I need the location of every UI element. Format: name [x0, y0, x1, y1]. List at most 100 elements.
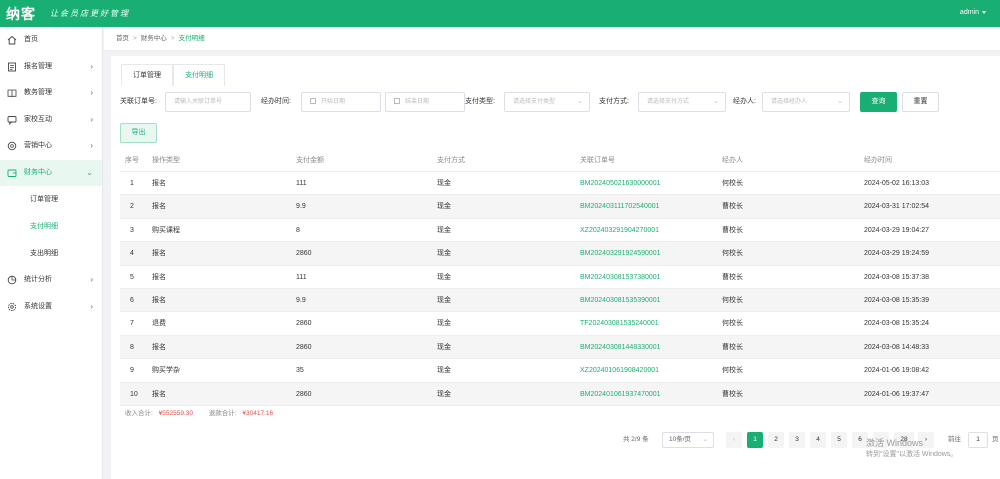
tab-payment-details[interactable]: 支付明细 — [173, 64, 225, 86]
table-header: 序号 操作类型 支付金额 支付方式 关联订单号 经办人 经办时间 — [120, 150, 1000, 172]
table-row: 2 报名 9.9 现金 BM202403111702540001 曹校长 2024-03-3… — [120, 195, 1000, 219]
top-bar: 纳客 让会员店更好管理 admin — [0, 0, 1000, 27]
handler-select[interactable]: 请选择经办人 ⌄ — [762, 92, 850, 112]
pagination-total: 共 2/9 条 — [623, 436, 649, 443]
app-logo[interactable]: 纳客 — [6, 4, 36, 24]
chevron-right-icon: › — [90, 301, 93, 311]
cell-op-type: 报名 — [152, 180, 166, 187]
order-no-input[interactable]: 请输入关联订单号 — [165, 92, 251, 112]
sidebar-item-label: 系统设置 — [24, 302, 52, 310]
page-button-3[interactable]: 3 — [789, 432, 805, 448]
cell-handler: 何校长 — [722, 296, 743, 304]
page-button-4[interactable]: 4 — [810, 432, 826, 448]
breadcrumb-current: 支付明细 — [178, 35, 205, 42]
cell-amount: 2860 — [296, 390, 312, 398]
cell-order-no[interactable]: BM202401061937470001 — [580, 383, 661, 406]
goto-page-input[interactable]: 1 — [968, 432, 988, 448]
cell-order-no[interactable]: BM202403291924590001 — [580, 242, 661, 265]
export-button[interactable]: 导出 — [120, 123, 157, 143]
user-menu[interactable]: admin — [960, 9, 986, 16]
chat-icon — [7, 115, 17, 125]
cell-index: 5 — [130, 273, 134, 281]
end-date-placeholder: 结束日期 — [405, 99, 430, 105]
table-row: 10 报名 2860 现金 BM202401061937470001 曹校长 2024-01… — [120, 382, 1000, 406]
page-size-select[interactable]: 10条/页 ⌄ — [662, 432, 714, 448]
cell-amount: 2860 — [296, 343, 312, 351]
sidebar-item-enrollment[interactable]: 报名管理 › — [0, 54, 102, 81]
wallet-icon — [7, 169, 17, 177]
cell-pay-method: 现金 — [437, 296, 451, 304]
cell-order-no[interactable]: XZ202401061908420001 — [580, 359, 659, 382]
cell-pay-method: 现金 — [437, 250, 451, 258]
sidebar-item-academic[interactable]: 教务管理 › — [0, 80, 102, 107]
breadcrumb-separator: > — [170, 35, 175, 42]
end-date-input[interactable]: 结束日期 — [385, 92, 465, 112]
cell-amount: 9.9 — [296, 296, 306, 304]
chevron-right-icon: › — [90, 275, 93, 284]
cell-time: 2024-01-06 19:37:47 — [864, 390, 929, 398]
user-name: admin — [959, 9, 979, 16]
sidebar-item-interaction[interactable]: 家校互动 › — [0, 107, 102, 134]
breadcrumb-home[interactable]: 首页 — [116, 27, 129, 51]
sidebar-item-marketing[interactable]: 营销中心 › — [0, 133, 102, 160]
sidebar-item-label: 报名管理 — [24, 62, 52, 70]
prev-page-button[interactable]: ‹ — [726, 432, 742, 448]
cell-order-no[interactable]: BM202403081535390001 — [580, 289, 661, 312]
page-button-5[interactable]: 5 — [831, 432, 847, 448]
pay-method-select[interactable]: 请选择支付方式 ⌄ — [638, 92, 726, 112]
chevron-down-icon: ⌄ — [713, 98, 719, 105]
chevron-down-icon: ⌄ — [837, 98, 843, 105]
pay-type-select[interactable]: 请选择支付类型 ⌄ — [504, 92, 590, 112]
table-row: 4 报名 2860 现金 BM202403291924590001 何校长 2024-03-… — [120, 242, 1000, 266]
time-label: 经办时间: — [261, 98, 291, 105]
sidebar-item-home[interactable]: 首页 — [0, 27, 102, 54]
cell-index: 6 — [130, 296, 134, 304]
sidebar: 首页 报名管理 › 教务管理 › 家校互动 › 营销中心 › 财务中心 ⌄ 订单… — [0, 27, 103, 479]
sidebar-item-label: 财务中心 — [24, 168, 52, 176]
sidebar-subitem-payment-details[interactable]: 支付明细 — [0, 213, 102, 240]
cell-order-no[interactable]: BM202405021630000001 — [580, 172, 661, 195]
cell-order-no[interactable]: BM202403111702540001 — [580, 195, 660, 218]
tab-orders[interactable]: 订单管理 — [121, 64, 173, 86]
start-date-input[interactable]: 开始日期 — [301, 92, 381, 112]
cell-time: 2024-03-31 17:02:54 — [864, 203, 929, 211]
cell-order-no[interactable]: BM202403081448330001 — [580, 336, 661, 359]
cell-time: 2024-03-08 14:48:33 — [864, 343, 929, 351]
app-slogan: 让会员店更好管理 — [50, 9, 130, 18]
table-row: 7 退费 2860 现金 TF202403081535240001 何校长 2024-03-… — [120, 312, 1000, 336]
chevron-down-icon: ⌄ — [702, 436, 708, 443]
cell-handler: 曹校长 — [722, 343, 743, 351]
cell-amount: 35 — [296, 367, 304, 375]
header-index: 序号 — [125, 157, 139, 164]
table-summary: 收入合计: ¥552559.30 退款合计: ¥30417.16 — [120, 406, 1000, 421]
sidebar-item-settings[interactable]: 系统设置 › — [0, 294, 102, 321]
cell-amount: 2860 — [296, 250, 312, 258]
cell-time: 2024-03-08 15:37:38 — [864, 273, 929, 281]
reset-button[interactable]: 重置 — [902, 92, 939, 112]
gear-icon — [7, 302, 17, 311]
cell-amount: 8 — [296, 226, 300, 234]
cell-time: 2024-03-08 15:35:39 — [864, 296, 929, 304]
cell-amount: 111 — [296, 180, 307, 187]
sidebar-item-statistics[interactable]: 统计分析 › — [0, 267, 102, 294]
cell-handler: 何校长 — [722, 180, 743, 187]
page-button-2[interactable]: 2 — [768, 432, 784, 448]
page-button-1[interactable]: 1 — [747, 432, 763, 448]
sidebar-item-finance[interactable]: 财务中心 ⌄ — [0, 159, 102, 186]
query-button[interactable]: 查询 — [860, 92, 897, 112]
sidebar-subitem-expense-details[interactable]: 支出明细 — [0, 240, 102, 267]
cell-op-type: 报名 — [152, 203, 166, 211]
sidebar-subitem-orders[interactable]: 订单管理 — [0, 186, 102, 213]
table-row: 8 报名 2860 现金 BM202403081448330001 曹校长 2024-03-… — [120, 335, 1000, 360]
breadcrumb-finance[interactable]: 财务中心 — [141, 27, 167, 51]
cell-order-no[interactable]: TF202403081535240001 — [580, 312, 659, 335]
cell-order-no[interactable]: BM202403081537380001 — [580, 266, 661, 289]
cell-handler: 何校长 — [722, 367, 743, 375]
table-row: 1 报名 111 现金 BM202405021630000001 何校长 2024-05-0… — [120, 172, 1000, 196]
header-order-no: 关联订单号 — [580, 157, 615, 164]
cell-index: 1 — [130, 180, 134, 187]
cell-order-no[interactable]: XZ202403291904270001 — [580, 219, 659, 242]
pay-type-placeholder: 请选择支付类型 — [513, 99, 556, 105]
cell-op-type: 报名 — [152, 296, 166, 304]
pay-type-label: 支付类型: — [465, 98, 495, 105]
